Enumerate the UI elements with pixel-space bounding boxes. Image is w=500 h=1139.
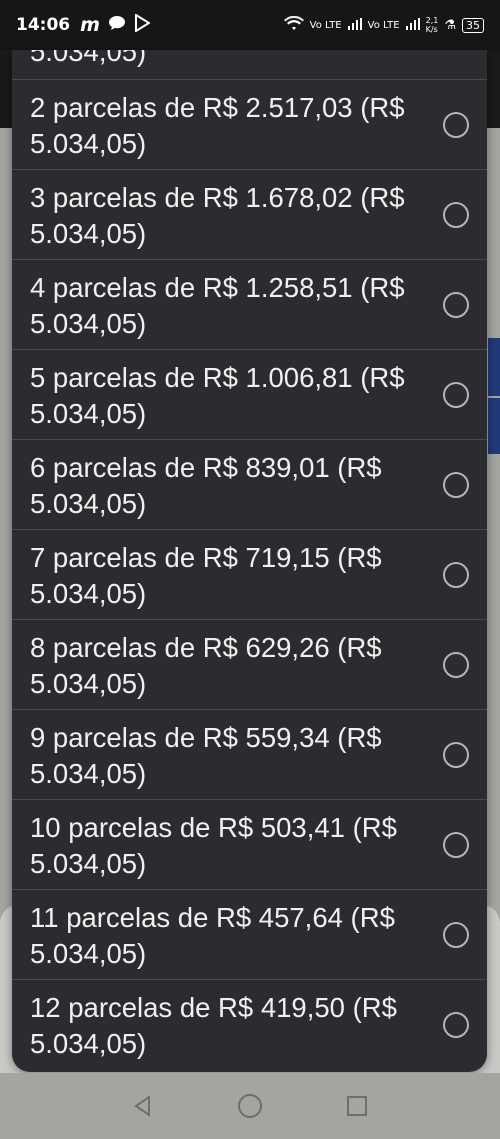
recents-icon[interactable] — [342, 1091, 372, 1121]
network-speed: 2,1 K/s — [425, 16, 439, 34]
radio-button-icon[interactable] — [443, 921, 469, 948]
installment-option[interactable]: 12 parcelas de R$ 419,50 (R$ 5.034,05) — [12, 980, 487, 1070]
installments-dialog: 5.034,05) 2 parcelas de R$ 2.517,03 (R$ … — [12, 50, 487, 1072]
signal-bars-icon — [347, 17, 362, 33]
radio-button-icon[interactable] — [443, 1012, 469, 1038]
m-app-icon: m — [80, 14, 100, 36]
back-icon[interactable] — [128, 1091, 158, 1121]
background-blue-button — [488, 338, 500, 396]
installment-option[interactable]: 8 parcelas de R$ 629,26 (R$ 5.034,05) — [12, 620, 487, 710]
installment-option-label: 8 parcelas de R$ 629,26 (R$ 5.034,05) — [30, 632, 382, 699]
installment-option[interactable]: 3 parcelas de R$ 1.678,02 (R$ 5.034,05) — [12, 170, 487, 260]
radio-button-icon[interactable] — [443, 291, 469, 318]
installment-option-label: 11 parcelas de R$ 457,64 (R$ 5.034,05) — [30, 902, 395, 969]
installment-option-label: 7 parcelas de R$ 719,15 (R$ 5.034,05) — [30, 542, 382, 609]
battery-indicator: 35 — [462, 17, 484, 33]
wifi-icon — [283, 15, 304, 35]
chat-bubble-icon — [108, 15, 126, 35]
installment-option[interactable]: 11 parcelas de R$ 457,64 (R$ 5.034,05) — [12, 890, 487, 980]
radio-button-icon[interactable] — [443, 471, 469, 498]
installment-option[interactable]: 6 parcelas de R$ 839,01 (R$ 5.034,05) — [12, 440, 487, 530]
background-blue-button — [488, 398, 500, 454]
installment-option-partial[interactable]: 5.034,05) — [12, 50, 487, 80]
installment-option-label: 10 parcelas de R$ 503,41 (R$ 5.034,05) — [30, 812, 397, 879]
navigation-bar — [0, 1073, 500, 1139]
installment-option[interactable]: 10 parcelas de R$ 503,41 (R$ 5.034,05) — [12, 800, 487, 890]
lte-signal-2: Vo LTE — [367, 19, 400, 31]
installment-option-label: 12 parcelas de R$ 419,50 (R$ 5.034,05) — [30, 992, 397, 1059]
signal-bars-icon — [405, 17, 420, 33]
lab-flask-icon: ⚗ — [444, 17, 456, 33]
installment-option-label: 9 parcelas de R$ 559,34 (R$ 5.034,05) — [30, 722, 382, 789]
radio-button-icon[interactable] — [443, 741, 469, 768]
installment-option-label: 4 parcelas de R$ 1.258,51 (R$ 5.034,05) — [30, 272, 405, 339]
installment-option-label: 5 parcelas de R$ 1.006,81 (R$ 5.034,05) — [30, 362, 405, 429]
installment-option[interactable]: 2 parcelas de R$ 2.517,03 (R$ 5.034,05) — [12, 80, 487, 170]
status-bar: 14:06 m Vo LTE Vo LTE 2,1 K/s ⚗ 35 — [0, 0, 500, 50]
installment-option[interactable]: 4 parcelas de R$ 1.258,51 (R$ 5.034,05) — [12, 260, 487, 350]
installment-option-label: 3 parcelas de R$ 1.678,02 (R$ 5.034,05) — [30, 182, 405, 249]
home-icon[interactable] — [235, 1091, 265, 1121]
installment-option-label: 2 parcelas de R$ 2.517,03 (R$ 5.034,05) — [30, 92, 405, 159]
installment-option-label: 5.034,05) — [30, 50, 147, 67]
radio-button-icon[interactable] — [443, 111, 469, 138]
status-time: 14:06 — [16, 15, 71, 35]
installment-option[interactable]: 7 parcelas de R$ 719,15 (R$ 5.034,05) — [12, 530, 487, 620]
installment-option-label: 6 parcelas de R$ 839,01 (R$ 5.034,05) — [30, 452, 382, 519]
installment-option[interactable]: 5 parcelas de R$ 1.006,81 (R$ 5.034,05) — [12, 350, 487, 440]
installment-options-list: 2 parcelas de R$ 2.517,03 (R$ 5.034,05) 3… — [12, 80, 487, 1070]
radio-button-icon[interactable] — [443, 561, 469, 588]
radio-button-icon[interactable] — [443, 201, 469, 228]
installment-option[interactable]: 9 parcelas de R$ 559,34 (R$ 5.034,05) — [12, 710, 487, 800]
lte-signal-1: Vo LTE — [309, 19, 342, 31]
radio-button-icon[interactable] — [443, 381, 469, 408]
play-store-icon — [134, 13, 151, 36]
radio-button-icon[interactable] — [443, 651, 469, 678]
status-right: Vo LTE Vo LTE 2,1 K/s ⚗ 35 — [283, 15, 484, 35]
radio-button-icon[interactable] — [443, 831, 469, 858]
